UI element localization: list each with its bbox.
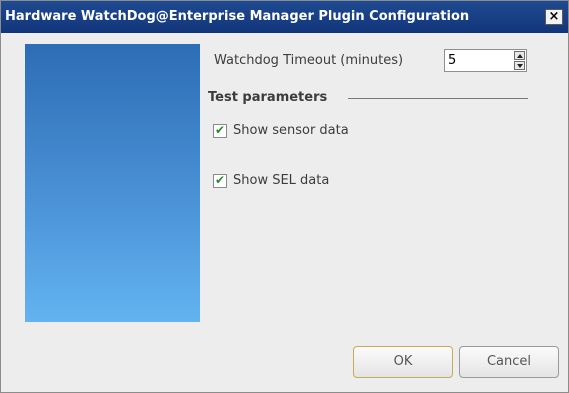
close-icon: × bbox=[548, 9, 560, 24]
spinner-buttons bbox=[514, 51, 525, 70]
section-divider bbox=[348, 98, 528, 99]
config-dialog: Hardware WatchDog@Enterprise Manager Plu… bbox=[0, 0, 569, 393]
show-sensor-data-label: Show sensor data bbox=[233, 123, 349, 138]
title-bar[interactable]: Hardware WatchDog@Enterprise Manager Plu… bbox=[1, 1, 568, 33]
show-sensor-data-checkbox[interactable]: ✔ bbox=[213, 123, 227, 138]
window-title: Hardware WatchDog@Enterprise Manager Plu… bbox=[5, 9, 470, 24]
checkmark-icon: ✔ bbox=[215, 173, 226, 187]
ok-button[interactable]: OK bbox=[353, 346, 453, 378]
timeout-spinner[interactable]: 5 bbox=[444, 49, 527, 72]
show-sel-data-label: Show SEL data bbox=[233, 173, 330, 188]
side-banner-image bbox=[25, 44, 200, 322]
show-sel-data-checkbox[interactable]: ✔ bbox=[213, 173, 227, 188]
spinner-up-arrow-icon[interactable] bbox=[514, 51, 525, 60]
cancel-button[interactable]: Cancel bbox=[459, 346, 559, 378]
timeout-value[interactable]: 5 bbox=[448, 53, 456, 68]
close-button[interactable]: × bbox=[545, 9, 563, 25]
test-parameters-heading: Test parameters bbox=[208, 90, 328, 105]
timeout-label: Watchdog Timeout (minutes) bbox=[214, 53, 404, 68]
spinner-down-arrow-icon[interactable] bbox=[514, 61, 525, 70]
checkmark-icon: ✔ bbox=[215, 123, 226, 137]
